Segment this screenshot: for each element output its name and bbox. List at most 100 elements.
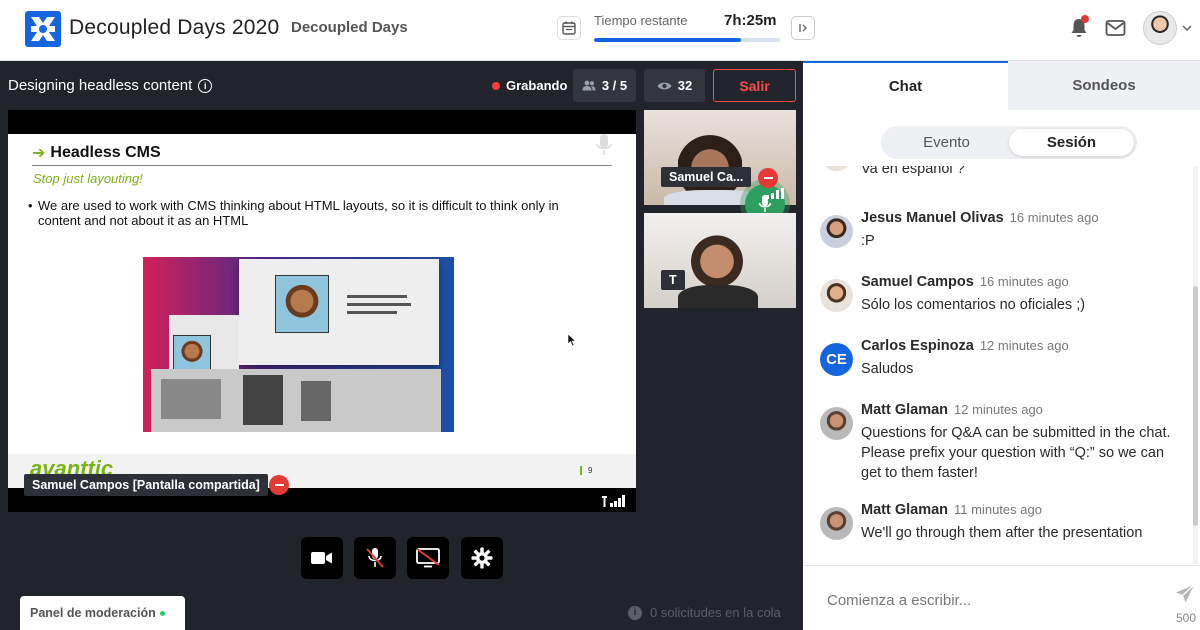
avatar <box>820 166 853 171</box>
avatar <box>820 279 853 312</box>
microphone-icon <box>596 134 612 155</box>
message-timestamp: 11 minutes ago <box>954 502 1042 517</box>
author-name: Carlos Espinoza <box>861 338 974 354</box>
message-text: Sólo los comentarios no oficiales ;) <box>861 297 1086 313</box>
mouse-cursor-icon <box>568 334 576 346</box>
event-name-link[interactable]: Decoupled Days <box>291 19 408 36</box>
time-remaining-label: Tiempo restante <box>594 13 688 28</box>
camera-toggle-button[interactable] <box>301 537 343 579</box>
user-avatar[interactable] <box>1143 11 1177 45</box>
author-name: Matt Glaman <box>861 402 949 418</box>
top-bar: Decoupled Days 2020 Decoupled Days Tiemp… <box>0 0 1200 61</box>
viewers-badge[interactable]: 32 <box>644 69 705 102</box>
session-title: Designing headless content i <box>8 77 213 94</box>
gear-icon <box>471 547 493 569</box>
message-timestamp: 12 minutes ago <box>954 402 1043 417</box>
slide-bullet: • We are used to work with CMS thinking a… <box>28 198 559 228</box>
connection-signal-icon <box>766 188 784 199</box>
video-stage: Designing headless content i Grabando 3 … <box>0 61 803 630</box>
chat-scope-toggle: Evento Sesión <box>881 126 1137 159</box>
participants-badge[interactable]: 3 / 5 <box>573 69 636 102</box>
remove-screen-share-button[interactable] <box>269 475 289 495</box>
author-name: Samuel Campos <box>861 274 974 290</box>
segment-event[interactable]: Evento <box>884 129 1009 156</box>
slide-subtitle: Stop just layouting! <box>33 171 143 186</box>
author-name: Jesus Manuel Olivas <box>861 210 1004 226</box>
collage-card <box>239 259 439 365</box>
avatar <box>820 407 853 440</box>
chat-scrollbar[interactable] <box>1193 166 1198 564</box>
chat-panel: Chat Sondeos Evento Sesión Va en español… <box>803 61 1200 630</box>
screen-share-toggle-button[interactable] <box>407 537 449 579</box>
tab-chat[interactable]: Chat <box>803 61 1008 110</box>
chat-message-list[interactable]: Va en español ? Jesus Manuel Olivas 16 mi… <box>803 166 1193 564</box>
slide-bullet-text: We are used to work with CMS thinking ab… <box>38 198 559 228</box>
shared-screen[interactable]: ➔ Headless CMS Stop just layouting! • We … <box>8 110 636 512</box>
viewers-count: 32 <box>677 78 693 93</box>
message-author: Carlos Espinoza 12 minutes ago <box>861 338 1069 354</box>
connection-signal-icon <box>602 495 625 507</box>
app-title: Decoupled Days 2020 <box>69 16 280 39</box>
app-logo-icon <box>25 11 61 47</box>
settings-button[interactable] <box>461 537 503 579</box>
message-text: Va en español ? <box>861 166 965 177</box>
character-limit: 500 <box>1176 611 1197 625</box>
slide-heading-text: Headless CMS <box>50 144 161 161</box>
participant-tile[interactable] <box>644 213 796 308</box>
message-author: Matt Glaman 11 minutes ago <box>861 502 1042 518</box>
messages-mail-icon[interactable] <box>1105 19 1126 37</box>
queue-label: 0 solicitudes en la cola <box>650 605 781 620</box>
avatar <box>820 215 853 248</box>
microphone-toggle-button[interactable] <box>354 537 396 579</box>
participant-shirt <box>678 285 758 308</box>
exit-session-button[interactable]: Salir <box>713 69 796 102</box>
message-timestamp: 12 minutes ago <box>979 338 1069 353</box>
participant-name-label: Samuel Ca... <box>661 167 752 187</box>
slide-heading: ➔ Headless CMS <box>32 143 161 163</box>
microphone-off-icon <box>366 548 384 568</box>
message-author: Matt Glaman 12 minutes ago <box>861 402 1043 418</box>
avatar <box>820 507 853 540</box>
notification-dot <box>1081 15 1089 23</box>
scrollbar-thumb[interactable] <box>1193 286 1198 526</box>
segment-session[interactable]: Sesión <box>1009 129 1134 156</box>
presentation-slide: ➔ Headless CMS Stop just layouting! • We … <box>8 134 636 488</box>
panel-toggle-icon <box>799 24 807 32</box>
chat-composer: 500 <box>803 565 1200 630</box>
status-dot <box>159 610 165 616</box>
stop-screen-share-icon <box>416 548 440 568</box>
recording-dot-icon <box>492 81 500 90</box>
chevron-down-icon[interactable] <box>1181 22 1193 34</box>
author-name: Matt Glaman <box>861 502 949 518</box>
message-text: :P <box>861 233 875 249</box>
moderation-panel-tab[interactable]: Panel de moderación <box>20 596 185 630</box>
remove-participant-button[interactable] <box>758 168 778 188</box>
calendar-icon[interactable] <box>557 16 581 40</box>
slide-page-number: 9 <box>580 466 592 475</box>
collage-photo-small <box>173 335 211 371</box>
collage-strip <box>151 369 441 432</box>
moderation-label: Panel de moderación <box>30 606 156 620</box>
participants-count: 3 / 5 <box>601 78 628 93</box>
message-text: Saludos <box>861 361 914 377</box>
recording-indicator: Grabando <box>492 78 567 93</box>
message-text: We'll go through them after the presenta… <box>861 525 1143 541</box>
tab-polls[interactable]: Sondeos <box>1008 61 1200 110</box>
time-progress-fill <box>594 38 741 42</box>
collapse-panel-button[interactable] <box>791 16 815 40</box>
camera-icon <box>311 552 332 564</box>
message-text: Questions for Q&A can be submitted in th… <box>861 425 1171 481</box>
request-queue: i 0 solicitudes en la cola <box>628 605 781 620</box>
send-icon[interactable] <box>1175 584 1195 604</box>
participant-name-label: T <box>661 270 685 290</box>
time-remaining-value: 7h:25m <box>724 12 777 29</box>
time-progress-bar <box>594 38 780 42</box>
collage-photo <box>275 275 329 333</box>
message-timestamp: 16 minutes ago <box>979 274 1069 289</box>
avatar: CE <box>820 343 853 376</box>
info-icon[interactable]: i <box>198 78 213 93</box>
eye-icon <box>657 82 672 89</box>
users-icon <box>582 80 596 91</box>
chat-message-input[interactable] <box>827 588 1147 612</box>
message-author: Samuel Campos 16 minutes ago <box>861 274 1069 290</box>
